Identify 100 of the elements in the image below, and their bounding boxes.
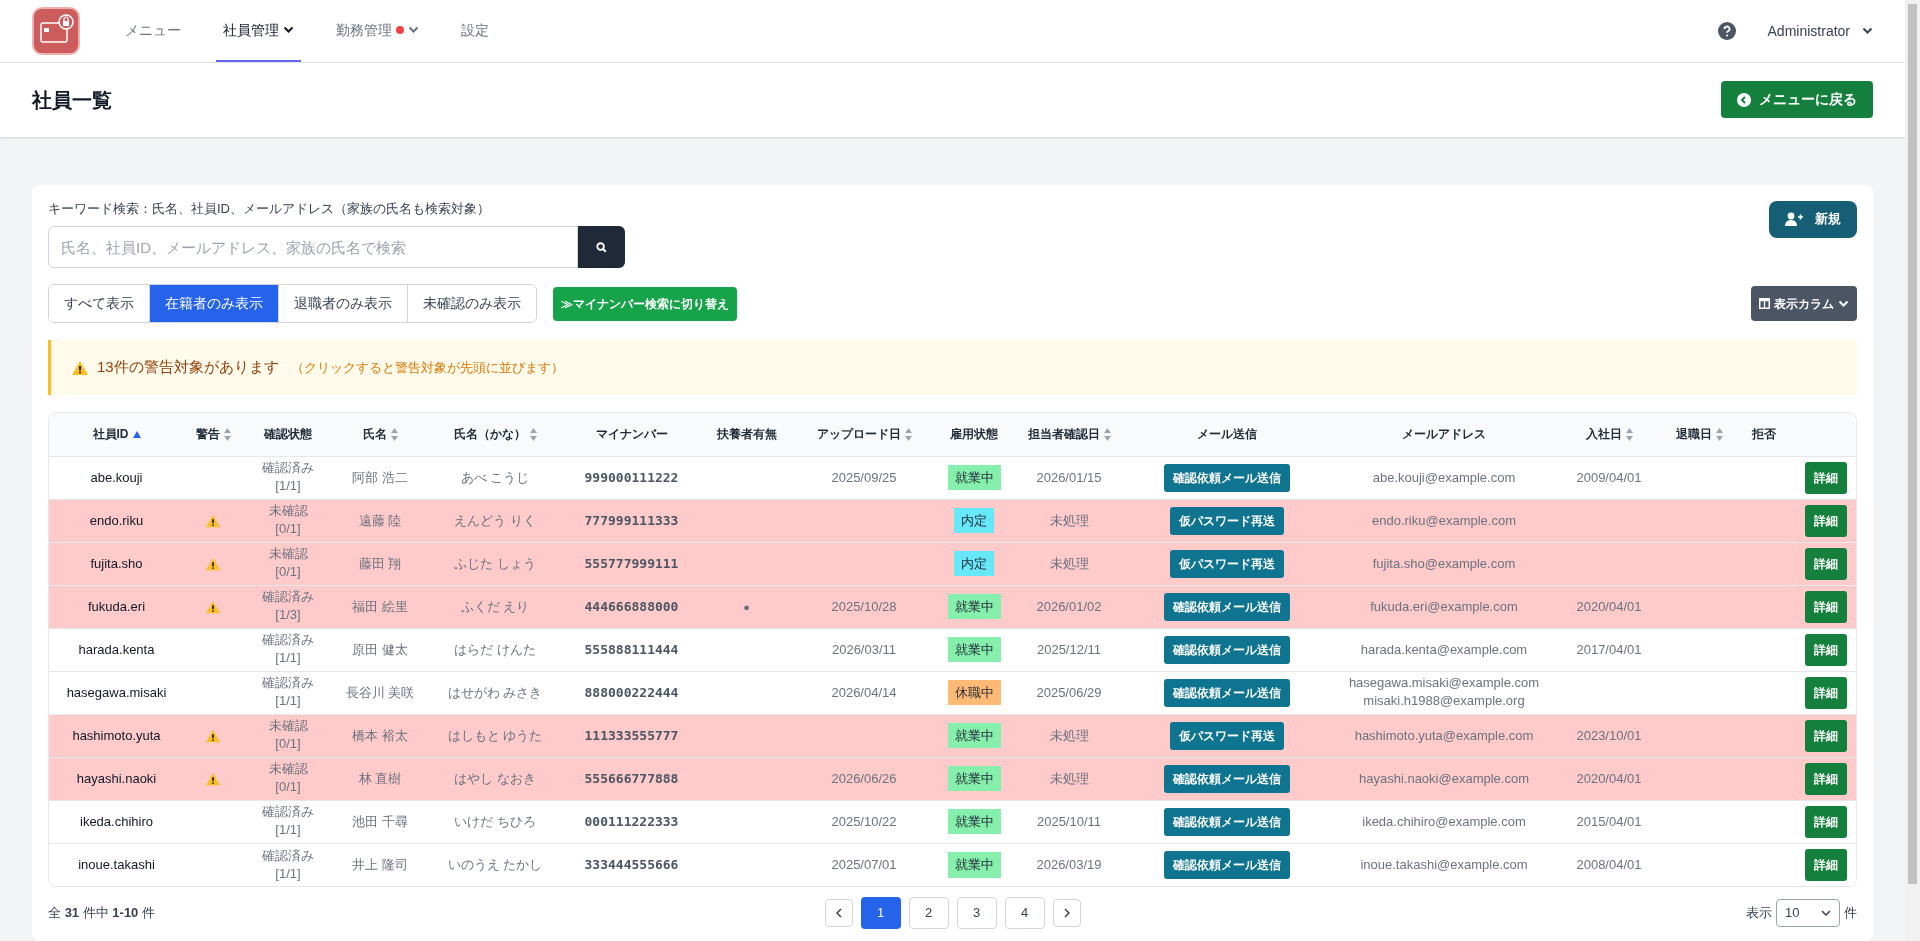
search-field[interactable]: 氏名、社員ID、メールアドレス、家族の氏名で検索 (48, 226, 578, 268)
column-header[interactable]: 入社日 (1585, 425, 1633, 444)
employee-name: 阿部 浩二 (352, 469, 408, 485)
page-size-select[interactable]: 10 (1776, 899, 1840, 927)
previous-page-button[interactable] (824, 899, 853, 927)
employee-id: inoue.takashi (78, 857, 155, 872)
confirmation-status: 確認済み [1/1] (262, 803, 314, 840)
send-mail-button[interactable]: 確認依頼メール送信 (1163, 807, 1290, 836)
confirmation-status: 確認済み [1/1] (262, 631, 314, 668)
back-to-menu-button[interactable]: メニューに戻る (1721, 81, 1873, 119)
column-header[interactable]: 氏名 (362, 425, 398, 444)
join-date: 2009/04/01 (1576, 469, 1642, 485)
my-number: 000111222333 (584, 813, 679, 829)
column-header[interactable]: 社員ID (92, 425, 141, 444)
filter-tab[interactable]: 在籍者のみ表示 (150, 285, 279, 322)
confirmation-status: 未確認 [0/1] (268, 717, 308, 754)
details-button[interactable]: 詳細 (1805, 504, 1847, 537)
column-header: メールアドレス (1402, 426, 1486, 444)
search-button[interactable] (578, 226, 625, 268)
column-header[interactable]: アップロード日 (816, 425, 912, 444)
help-icon[interactable] (1717, 22, 1736, 41)
employee-name: 池田 千尋 (352, 813, 408, 829)
warning-alert[interactable]: 13件の警告対象があります （クリックすると警告対象が先頭に並びます） (48, 340, 1857, 395)
employee-name-kana: はしもと ゆうた (447, 727, 543, 743)
send-mail-button[interactable]: 確認依頼メール送信 (1163, 678, 1290, 707)
send-mail-button[interactable]: 仮パスワード再送 (1169, 721, 1284, 750)
column-header[interactable]: 担当者確認日 (1027, 425, 1111, 444)
page-size-unit: 件 (1844, 904, 1857, 923)
scrollbar[interactable] (1905, 0, 1920, 941)
page-button[interactable]: 4 (1004, 897, 1045, 929)
page-button[interactable]: 1 (860, 897, 901, 929)
join-date: 2008/04/01 (1576, 857, 1642, 872)
column-header: 拒否 (1752, 426, 1776, 444)
column-visibility-button[interactable]: 表示カラム (1751, 286, 1857, 321)
confirmation-status: 確認済み [1/1] (262, 846, 314, 883)
details-button[interactable]: 詳細 (1805, 805, 1847, 838)
scrollbar-thumb[interactable] (1908, 4, 1917, 884)
review-date: 未処理 (1049, 555, 1089, 571)
send-mail-button[interactable]: 仮パスワード再送 (1169, 549, 1284, 578)
column-header[interactable]: 退職日 (1675, 425, 1723, 444)
nav-tab[interactable]: 勤務管理 (329, 0, 426, 63)
new-employee-button[interactable]: 新規 (1769, 200, 1857, 238)
page-size-label: 表示 (1746, 904, 1772, 923)
user-menu[interactable]: Administrator (1767, 20, 1873, 42)
confirmation-status: 未確認 [0/1] (268, 545, 308, 582)
my-number: 777999111333 (584, 512, 679, 528)
my-number: 555888111444 (584, 641, 679, 657)
chevron-left-icon (835, 908, 842, 918)
join-date: 2020/04/01 (1576, 770, 1642, 786)
employment-status-badge: 就業中 (947, 808, 1001, 835)
details-button[interactable]: 詳細 (1805, 547, 1847, 580)
upload-date: 2026/04/14 (831, 684, 897, 700)
details-button[interactable]: 詳細 (1805, 848, 1847, 881)
page-button[interactable]: 3 (956, 897, 997, 929)
nav-tab[interactable]: 設定 (454, 0, 496, 63)
employee-name: 福田 絵里 (352, 598, 408, 614)
send-mail-button[interactable]: 確認依頼メール送信 (1163, 850, 1290, 879)
details-button[interactable]: 詳細 (1805, 762, 1847, 795)
employee-name: 長谷川 美咲 (345, 684, 415, 700)
chevron-down-icon (1838, 299, 1849, 308)
review-date: 2025/06/29 (1036, 684, 1102, 700)
send-mail-button[interactable]: 確認依頼メール送信 (1163, 635, 1290, 664)
employee-name: 井上 隆司 (352, 857, 408, 872)
details-button[interactable]: 詳細 (1805, 590, 1847, 623)
employee-id: hasegawa.misaki (66, 684, 167, 700)
send-mail-button[interactable]: 確認依頼メール送信 (1163, 592, 1290, 621)
send-mail-button[interactable]: 仮パスワード再送 (1169, 506, 1284, 535)
nav-tab[interactable]: メニュー (118, 0, 188, 63)
send-mail-button[interactable]: 確認依頼メール送信 (1163, 463, 1290, 492)
alert-message: 13件の警告対象があります (97, 357, 279, 378)
employment-status-badge: 就業中 (947, 852, 1001, 878)
confirmation-status: 未確認 [0/1] (268, 760, 308, 797)
upload-date: 2026/06/26 (831, 770, 897, 786)
mynumber-search-toggle[interactable]: ≫マイナンバー検索に切り替え (553, 286, 737, 321)
page-button[interactable]: 2 (908, 897, 949, 929)
details-button[interactable]: 詳細 (1805, 633, 1847, 666)
employee-id: harada.kenta (78, 641, 155, 657)
column-header[interactable]: 警告 (195, 425, 231, 444)
employee-name-kana: ふじた しょう (454, 555, 536, 571)
employee-name-kana: はやし なおき (454, 770, 536, 786)
details-button[interactable]: 詳細 (1805, 461, 1847, 494)
confirmation-status: 確認済み [1/1] (262, 674, 314, 711)
review-date: 2025/10/11 (1036, 813, 1102, 829)
email-address: ikeda.chihiro@example.com (1362, 812, 1526, 831)
employee-name-kana: はらだ けんた (454, 641, 536, 657)
send-mail-button[interactable]: 確認依頼メール送信 (1163, 764, 1290, 793)
employment-status-badge: 就業中 (947, 765, 1001, 792)
filter-tab[interactable]: すべて表示 (49, 285, 150, 322)
my-number: 555777999111 (584, 555, 679, 571)
next-page-button[interactable] (1052, 899, 1081, 927)
my-number: 999000111222 (584, 469, 679, 485)
email-address: fujita.sho@example.com (1372, 554, 1516, 573)
join-date: 2020/04/01 (1576, 598, 1642, 614)
alert-hint: （クリックすると警告対象が先頭に並びます） (290, 358, 564, 377)
column-header[interactable]: 氏名（かな） (453, 425, 537, 444)
details-button[interactable]: 詳細 (1805, 676, 1847, 709)
details-button[interactable]: 詳細 (1805, 719, 1847, 752)
review-date: 未処理 (1049, 727, 1089, 743)
email-address: hasegawa.misaki@example.com misaki.h1988@example.org (1348, 674, 1540, 711)
email-address: endo.riku@example.com (1372, 511, 1516, 530)
